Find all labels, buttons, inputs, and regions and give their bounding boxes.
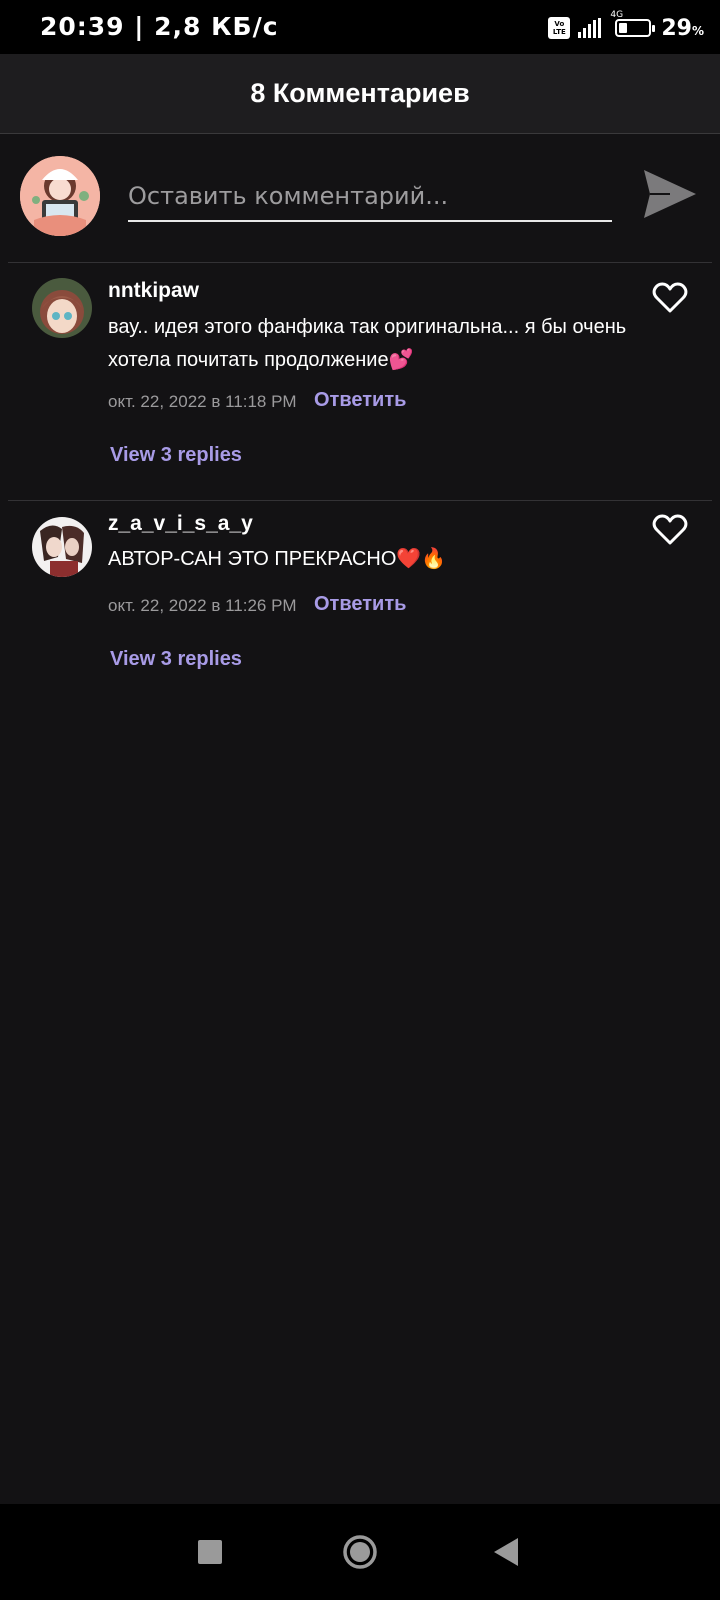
my-avatar-image — [20, 156, 100, 236]
battery-icon — [615, 19, 656, 37]
comment-text: АВТОР-САН ЭТО ПРЕКРАСНО❤️🔥 — [108, 543, 628, 576]
battery-percent-unit: % — [691, 23, 704, 38]
status-icons: Vo LTE 4G 29% — [548, 10, 704, 42]
battery-percent: 29% — [661, 16, 704, 41]
avatar-image — [32, 517, 92, 577]
signal-icon — [578, 18, 602, 38]
my-avatar[interactable] — [20, 156, 100, 236]
back-button[interactable] — [494, 1538, 518, 1566]
comment-username[interactable]: z_a_v_i_s_a_y — [108, 512, 253, 536]
circle-icon — [343, 1535, 377, 1569]
comment-emoji: 💕 — [388, 349, 414, 371]
like-button[interactable] — [652, 282, 688, 314]
status-bar: 20:39 | 2,8 КБ/с Vo LTE 4G 29% — [0, 0, 720, 54]
comment-timestamp: окт. 22, 2022 в 11:18 PM — [108, 392, 297, 411]
battery-level-fill — [619, 23, 628, 33]
page-title: 8 Комментариев — [250, 78, 470, 108]
battery-percent-value: 29 — [661, 15, 692, 41]
comment-username[interactable]: nntkipaw — [108, 279, 199, 303]
heart-icon — [652, 282, 688, 313]
reply-button[interactable]: Ответить — [314, 389, 406, 412]
volte-icon: Vo LTE — [548, 17, 571, 39]
heart-icon — [652, 514, 688, 545]
comment-emoji: ❤️🔥 — [396, 548, 447, 570]
comment-text-body: вау.. идея этого фанфика так оригинальна… — [108, 316, 627, 371]
signal-group: 4G — [578, 10, 623, 38]
like-button[interactable] — [652, 514, 688, 546]
avatar[interactable] — [32, 517, 92, 577]
recents-button[interactable] — [198, 1540, 222, 1564]
comment-item: nntkipaw вау.. идея этого фанфика так ор… — [0, 263, 720, 500]
volte-top-label: Vo — [554, 20, 565, 28]
view-replies-button[interactable]: View 3 replies — [110, 444, 242, 467]
status-time-speed: 20:39 | 2,8 КБ/с — [40, 12, 279, 41]
back-triangle-icon — [494, 1538, 518, 1566]
system-nav-bar — [0, 1504, 720, 1600]
comment-item: z_a_v_i_s_a_y АВТОР-САН ЭТО ПРЕКРАСНО❤️🔥… — [0, 501, 720, 701]
send-icon — [644, 170, 696, 218]
view-replies-button[interactable]: View 3 replies — [110, 648, 242, 671]
comment-timestamp: окт. 22, 2022 в 11:26 PM — [108, 596, 297, 615]
volte-bottom-label: LTE — [552, 28, 566, 36]
comment-text: вау.. идея этого фанфика так оригинальна… — [108, 311, 628, 377]
comment-text-body: АВТОР-САН ЭТО ПРЕКРАСНО — [108, 548, 397, 570]
avatar[interactable] — [32, 278, 92, 338]
comments-header: 8 Комментариев — [0, 54, 720, 134]
comment-input[interactable] — [128, 172, 612, 222]
send-button[interactable] — [640, 164, 700, 224]
square-icon — [198, 1540, 222, 1564]
avatar-image — [32, 278, 92, 338]
home-button[interactable] — [342, 1534, 378, 1570]
reply-button[interactable]: Ответить — [314, 593, 406, 616]
comment-composer — [0, 134, 720, 262]
